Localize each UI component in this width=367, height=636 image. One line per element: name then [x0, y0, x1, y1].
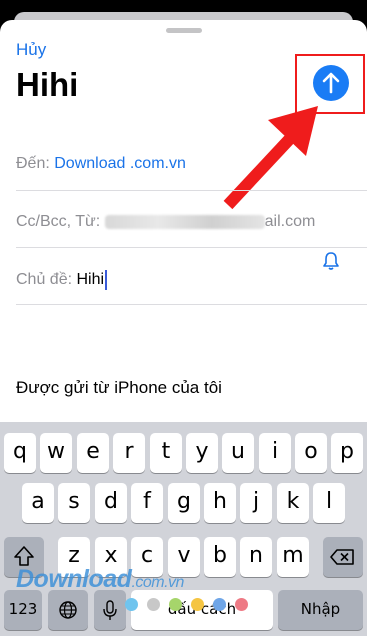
key-h[interactable]: h	[204, 483, 236, 523]
notify-button[interactable]	[322, 251, 340, 276]
to-field[interactable]: Đến: Download .com.vn	[16, 155, 367, 173]
key-y[interactable]: y	[186, 433, 218, 473]
ccbcc-from-field[interactable]: Cc/Bcc, Từ: ail.com	[16, 213, 367, 231]
numbers-key[interactable]: 123	[4, 590, 42, 630]
to-recipient[interactable]: Download .com.vn	[54, 155, 186, 172]
watermark-dot	[169, 598, 182, 611]
return-key[interactable]: Nhập	[278, 590, 363, 630]
watermark-logo: Download.com.vn	[16, 565, 184, 594]
key-f[interactable]: f	[131, 483, 163, 523]
signature-text[interactable]: Được gửi từ iPhone của tôi	[16, 378, 222, 398]
microphone-key[interactable]	[94, 590, 126, 630]
backspace-key[interactable]	[323, 537, 363, 577]
annotation-highlight-box	[295, 54, 365, 114]
key-i[interactable]: i	[259, 433, 291, 473]
watermark-dot	[125, 598, 138, 611]
key-e[interactable]: e	[77, 433, 109, 473]
divider	[16, 247, 367, 248]
key-k[interactable]: k	[277, 483, 309, 523]
blurred-email	[104, 214, 265, 229]
key-t[interactable]: t	[150, 433, 182, 473]
divider	[16, 190, 367, 191]
key-j[interactable]: j	[240, 483, 272, 523]
globe-key[interactable]	[48, 590, 88, 630]
watermark-dot	[235, 598, 248, 611]
key-d[interactable]: d	[95, 483, 127, 523]
sheet-grabber[interactable]	[166, 28, 202, 33]
key-o[interactable]: o	[295, 433, 327, 473]
key-l[interactable]: l	[313, 483, 345, 523]
cancel-button[interactable]: Hủy	[16, 40, 46, 60]
bell-icon	[323, 252, 339, 270]
key-b[interactable]: b	[204, 537, 236, 577]
watermark-suffix: .com.vn	[131, 574, 184, 591]
divider	[16, 304, 367, 305]
key-m[interactable]: m	[277, 537, 309, 577]
watermark-brand: Download	[16, 565, 132, 593]
microphone-icon	[103, 600, 117, 620]
key-u[interactable]: u	[222, 433, 254, 473]
key-s[interactable]: s	[58, 483, 90, 523]
compose-title: Hihi	[16, 66, 79, 103]
key-g[interactable]: g	[168, 483, 200, 523]
subject-label: Chủ đề:	[16, 271, 73, 289]
subject-field[interactable]: Chủ đề: Hihi	[16, 270, 367, 290]
from-email-tail: ail.com	[264, 213, 316, 230]
key-w[interactable]: w	[40, 433, 72, 473]
watermark-dot	[213, 598, 226, 611]
key-p[interactable]: p	[331, 433, 363, 473]
watermark-dot	[147, 598, 160, 611]
key-q[interactable]: q	[4, 433, 36, 473]
key-n[interactable]: n	[240, 537, 272, 577]
subject-input[interactable]: Hihi	[77, 271, 105, 288]
key-r[interactable]: r	[113, 433, 145, 473]
watermark-dot	[191, 598, 204, 611]
ccbcc-label: Cc/Bcc, Từ:	[16, 213, 101, 230]
key-a[interactable]: a	[22, 483, 54, 523]
text-cursor	[105, 270, 108, 290]
to-label: Đến:	[16, 155, 50, 172]
delete-icon	[330, 549, 354, 565]
screen: Hủy Hihi Đến: Download .com.vn Cc/Bcc, T…	[0, 0, 367, 636]
globe-icon	[59, 601, 77, 619]
